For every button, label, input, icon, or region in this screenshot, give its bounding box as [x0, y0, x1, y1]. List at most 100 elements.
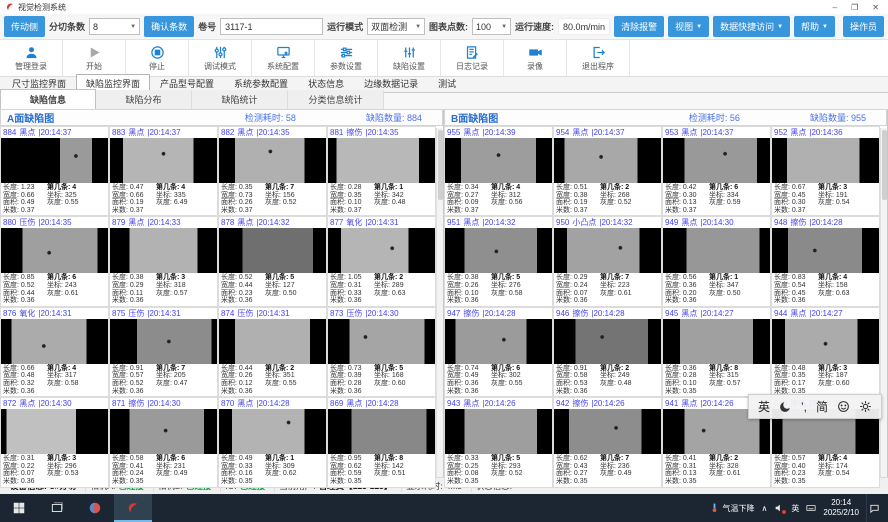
drive-side-button[interactable]: 传动侧	[4, 16, 45, 37]
defect-cell[interactable]: 879 黑点 20:14:33 长度: 0.38 宽度: 0.29 面积: 0.…	[109, 216, 218, 306]
defect-cell[interactable]: 954 黑点 20:14:37 长度: 0.51 宽度: 0.38 面积: 0.…	[553, 126, 662, 216]
defect-id: 869	[330, 399, 343, 408]
defect-cell[interactable]: 948 擦伤 20:14:28 长度: 0.83 宽度: 0.54 面积: 0.…	[771, 216, 880, 306]
subtab-3[interactable]: 分类信息统计	[288, 90, 384, 109]
defect-meter: 0.35	[683, 478, 697, 485]
defect-cell[interactable]: 872 黑点 20:14:30 长度: 0.31 宽度: 0.22 面积: 0.…	[0, 397, 109, 487]
roll-number-input[interactable]: 3117-1	[220, 18, 323, 35]
defect-gray-level: 0.50	[283, 290, 297, 297]
defect-cell[interactable]: 878 黑点 20:14:32 长度: 0.52 宽度: 0.44 面积: 0.…	[218, 216, 327, 306]
toolbar-action-button[interactable]: 停止	[126, 40, 189, 76]
view-menu-button[interactable]: 视图▼	[668, 16, 709, 37]
defect-area: 0.23	[792, 470, 806, 477]
defect-cell[interactable]: 873 压伤 20:14:30 长度: 0.73 宽度: 0.39 面积: 0.…	[327, 307, 436, 397]
notification-center-button[interactable]	[866, 494, 882, 522]
subtab-0[interactable]: 缺陷信息	[0, 89, 96, 109]
defect-cell[interactable]: 945 黑点 20:14:27 长度: 0.36 宽度: 0.28 面积: 0.…	[662, 307, 771, 397]
defect-type: 黑点	[237, 398, 253, 409]
toolbar-action-button[interactable]: 录像	[504, 40, 567, 76]
moon-icon[interactable]	[779, 400, 792, 413]
toolbar-action-button[interactable]: 管理登录	[0, 40, 63, 76]
tune-icon	[213, 44, 228, 60]
tray-expand-arrow[interactable]: ∧	[762, 504, 768, 513]
run-mode-select[interactable]: 双面检测▼	[367, 18, 425, 35]
defect-type: 黑点	[463, 398, 479, 409]
maximize-button[interactable]: ❐	[851, 3, 858, 12]
defect-cell[interactable]: 881 擦伤 20:14:35 长度: 0.28 宽度: 0.35 面积: 0.…	[327, 126, 436, 216]
defect-cell[interactable]: 884 黑点 20:14:37 长度: 1.23 宽度: 0.66 面积: 0.…	[0, 126, 109, 216]
defect-cell[interactable]: 942 擦伤 20:14:26 长度: 0.62 宽度: 0.43 面积: 0.…	[553, 397, 662, 487]
defect-cell[interactable]: 876 氧化 20:14:31 长度: 0.66 宽度: 0.48 面积: 0.…	[0, 307, 109, 397]
defect-coordinate: 317	[65, 372, 77, 379]
subtab-2[interactable]: 缺陷统计	[192, 90, 288, 109]
gear-icon[interactable]	[859, 400, 872, 413]
defect-cell[interactable]: 944 黑点 20:14:27 长度: 0.48 宽度: 0.35 面积: 0.…	[771, 307, 880, 397]
task-view-button[interactable]	[38, 494, 76, 522]
toolbar-action-button[interactable]: 退出程序	[567, 40, 630, 76]
pinned-app-icon[interactable]	[76, 494, 114, 522]
defect-cell[interactable]: 943 黑点 20:14:26 长度: 0.33 宽度: 0.25 面积: 0.…	[444, 397, 553, 487]
toolbar-action-button[interactable]: 系统配置	[252, 40, 315, 76]
defect-cell[interactable]: 951 黑点 20:14:32 长度: 0.38 宽度: 0.26 面积: 0.…	[444, 216, 553, 306]
chart-points-select[interactable]: 100▼	[472, 18, 511, 35]
defect-type: 黑点	[19, 398, 35, 409]
weather-tray-item[interactable]: 气温下降	[709, 502, 755, 515]
defect-cell[interactable]: 953 黑点 20:14:37 长度: 0.42 宽度: 0.30 面积: 0.…	[662, 126, 771, 216]
defect-width: 0.73	[239, 192, 253, 199]
defect-strip-index: 6	[72, 274, 76, 281]
defect-strip-index: 3	[843, 365, 847, 372]
panel-a-scrollbar[interactable]	[436, 128, 443, 477]
defect-time: 20:14:27	[809, 309, 842, 318]
taskbar-clock[interactable]: 20:142025/2/10	[823, 498, 859, 518]
defect-cell[interactable]: 883 黑点 20:14:37 长度: 0.47 宽度: 0.66 面积: 0.…	[109, 126, 218, 216]
defect-time: 20:14:33	[147, 218, 180, 227]
defect-cell[interactable]: 950 小凸点 20:14:32 长度: 0.29 宽度: 0.24 面积: 0…	[553, 216, 662, 306]
defect-cell[interactable]: 955 黑点 20:14:39 长度: 0.34 宽度: 0.27 面积: 0.…	[444, 126, 553, 216]
subtab-1[interactable]: 缺陷分布	[96, 90, 192, 109]
slit-count-label: 分切条数	[49, 20, 85, 33]
defect-cell[interactable]: 946 擦伤 20:14:28 长度: 0.91 宽度: 0.58 面积: 0.…	[553, 307, 662, 397]
active-app-icon[interactable]	[114, 494, 152, 522]
panel-side-a: A面缺陷图 检测耗时: 58 缺陷数量: 884 884 黑点 20:14:37…	[0, 110, 444, 477]
defect-length: 0.38	[130, 274, 144, 281]
ime-simplified-toggle[interactable]: 简	[816, 398, 828, 415]
close-button[interactable]: ✕	[872, 3, 879, 12]
toolbar-action-button[interactable]: 调试模式	[189, 40, 252, 76]
quick-data-menu-button[interactable]: 数据快捷访问▼	[713, 16, 790, 37]
help-menu-button[interactable]: 帮助▼	[794, 16, 835, 37]
defect-cell[interactable]: 869 黑点 20:14:28 长度: 0.95 宽度: 0.62 面积: 0.…	[327, 397, 436, 487]
tab-6[interactable]: 测试	[428, 74, 466, 92]
defect-cell[interactable]: 880 压伤 20:14:35 长度: 0.85 宽度: 0.52 面积: 0.…	[0, 216, 109, 306]
operator-button[interactable]: 操作员	[843, 16, 884, 37]
ime-indicator[interactable]: 英	[791, 503, 799, 514]
defect-width: 0.26	[465, 282, 479, 289]
defect-cell[interactable]: 871 擦伤 20:14:30 长度: 0.58 宽度: 0.41 面积: 0.…	[109, 397, 218, 487]
defect-cell[interactable]: 875 压伤 20:14:31 长度: 0.91 宽度: 0.57 面积: 0.…	[109, 307, 218, 397]
toolbar-action-button[interactable]: 开始	[63, 40, 126, 76]
toolbar-action-button[interactable]: 参数设置	[315, 40, 378, 76]
defect-cell[interactable]: 870 黑点 20:14:28 长度: 0.49 宽度: 0.33 面积: 0.…	[218, 397, 327, 487]
defect-meter: 0.36	[21, 297, 35, 304]
defect-cell[interactable]: 949 黑点 20:14:30 长度: 0.56 宽度: 0.36 面积: 0.…	[662, 216, 771, 306]
ime-english-toggle[interactable]: 英	[758, 398, 770, 415]
defect-cell[interactable]: 952 黑点 20:14:36 长度: 0.67 宽度: 0.45 面积: 0.…	[771, 126, 880, 216]
volume-icon[interactable]	[774, 503, 784, 513]
chevron-down-icon: ▼	[415, 24, 421, 30]
toolbar-action-button[interactable]: 缺陷设置	[378, 40, 441, 76]
confirm-count-button[interactable]: 确认条数	[144, 16, 194, 37]
defect-cell[interactable]: 947 擦伤 20:14:28 长度: 0.74 宽度: 0.49 面积: 0.…	[444, 307, 553, 397]
clear-alarm-button[interactable]: 清除报警	[614, 16, 664, 37]
keyboard-icon[interactable]	[806, 503, 816, 513]
defect-cell[interactable]: 877 氧化 20:14:31 长度: 1.05 宽度: 0.31 面积: 0.…	[327, 216, 436, 306]
panel-b-scrollbar[interactable]	[880, 128, 887, 477]
defect-id: 878	[221, 218, 234, 227]
ime-punctuation-toggle[interactable]: ’,	[801, 400, 807, 414]
smiley-icon[interactable]	[837, 400, 850, 413]
defect-type: 黑点	[128, 217, 144, 228]
start-button[interactable]	[0, 494, 38, 522]
slit-count-select[interactable]: 8▼	[89, 18, 140, 35]
minimize-button[interactable]: –	[833, 3, 837, 12]
defect-cell[interactable]: 882 黑点 20:14:35 长度: 0.35 宽度: 0.73 面积: 0.…	[218, 126, 327, 216]
defect-cell[interactable]: 874 压伤 20:14:31 长度: 0.44 宽度: 0.26 面积: 0.…	[218, 307, 327, 397]
toolbar-action-button[interactable]: 日志记录	[441, 40, 504, 76]
